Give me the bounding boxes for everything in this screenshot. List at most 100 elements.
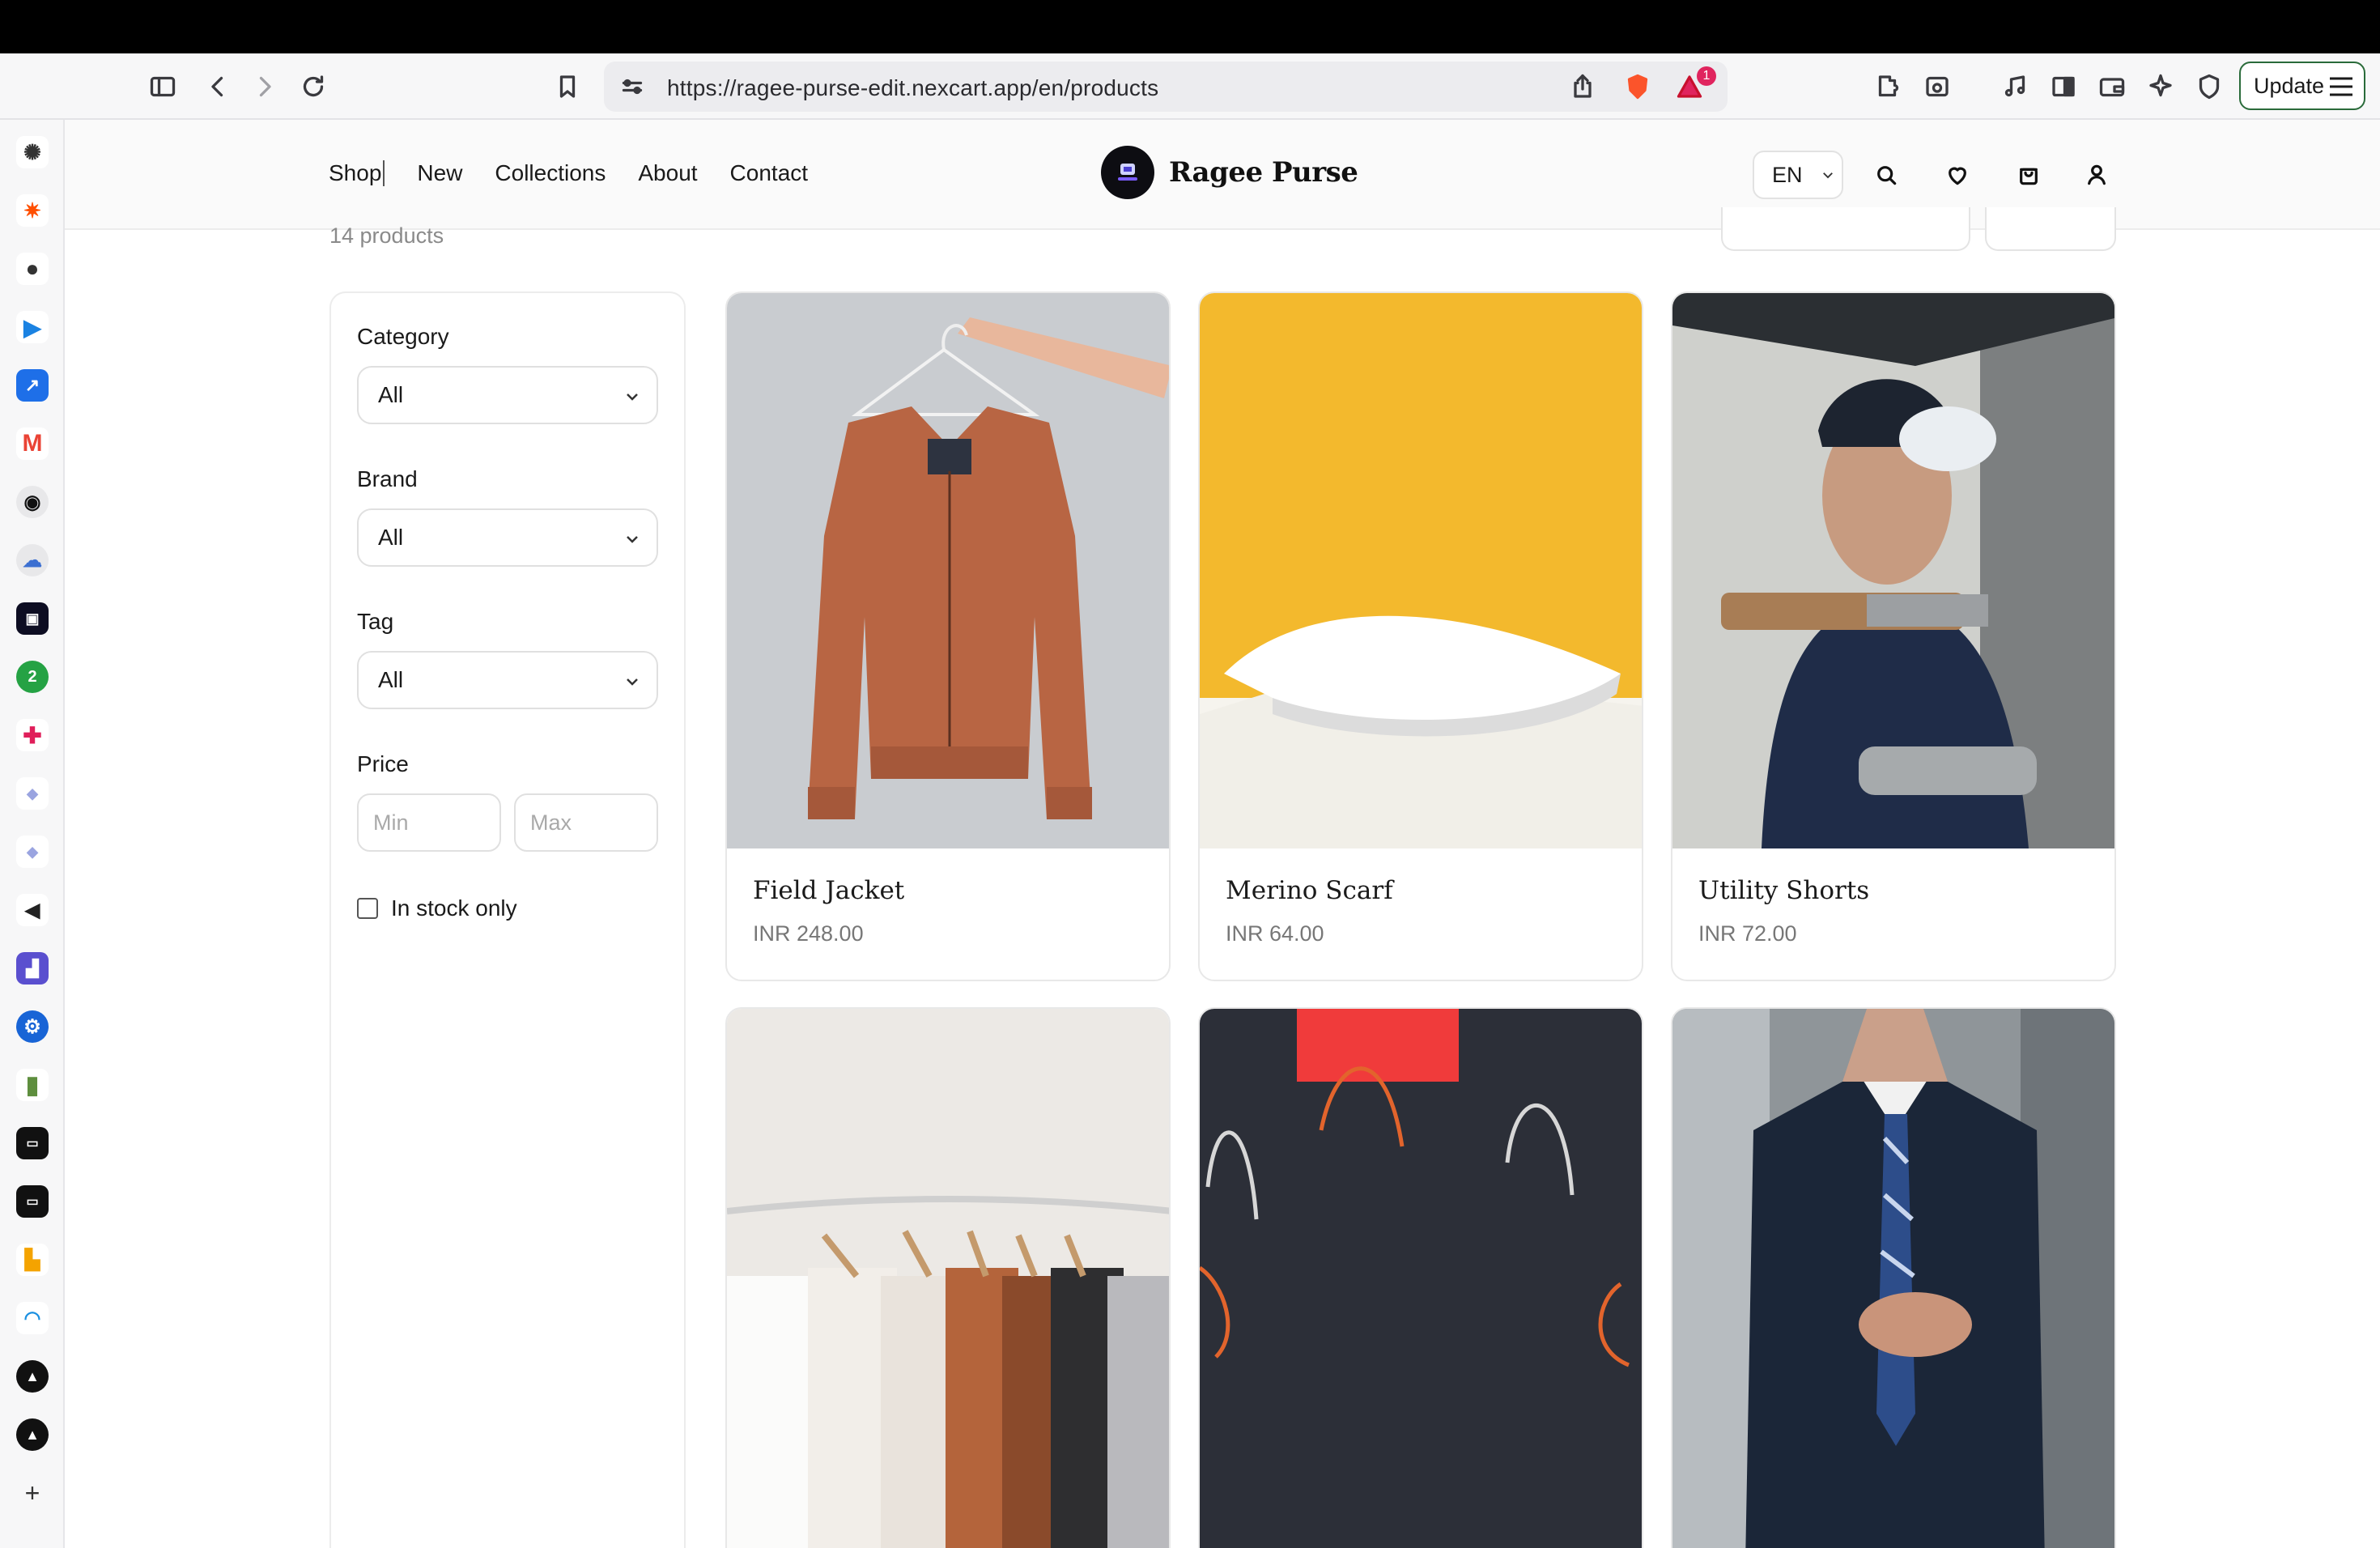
category-value: All [378,382,404,407]
gmail-icon[interactable]: M [16,427,49,460]
zapier-icon[interactable]: ✷ [16,194,49,227]
category-select[interactable]: All [357,366,658,424]
vpn-icon[interactable] [2189,66,2229,107]
vercel-icon[interactable]: ▲ [16,1360,49,1393]
price-max-input[interactable]: Max [514,793,658,852]
filters-panel: Category All Brand All Tag All Price Min… [329,291,686,1548]
wishlist-heart-icon[interactable] [1940,157,1975,193]
product-name[interactable]: Field Jacket [753,876,904,905]
shopify-icon[interactable]: ▮ [16,1069,49,1101]
product-name[interactable]: Merino Scarf [1226,876,1393,905]
chart-app-icon[interactable]: ▟ [16,952,49,985]
view-toggle[interactable] [1985,207,2116,251]
account-user-icon[interactable] [2079,157,2114,193]
whatsapp-icon[interactable]: 2 [16,661,49,693]
product-image[interactable] [727,1009,1169,1548]
category-label: Category [357,324,449,349]
brand-select[interactable]: All [357,508,658,567]
tag-value: All [378,667,404,692]
product-image[interactable] [1672,1009,2114,1548]
price-min-input[interactable]: Min [357,793,501,852]
tasks-icon[interactable]: ↗ [16,369,49,402]
product-price: INR 248.00 [753,921,864,946]
address-bar[interactable]: https://ragee-purse-edit.nexcart.app/en/… [604,62,1728,112]
github-icon[interactable]: ◉ [16,486,49,518]
product-card[interactable]: Utility Shorts INR 72.00 [1671,291,2116,981]
nav-shop[interactable]: Shop [329,160,385,186]
reader-icon[interactable] [1917,66,1957,107]
gem-icon-2[interactable]: ◆ [16,836,49,868]
tag-label: Tag [357,609,394,634]
in-stock-filter[interactable]: In stock only [357,895,517,921]
slack-icon[interactable]: ✚ [16,719,49,751]
product-card[interactable] [725,1007,1171,1548]
back-icon[interactable] [198,66,238,107]
language-select[interactable]: EN [1753,151,1843,199]
terminal-icon-2[interactable]: ▭ [16,1185,49,1218]
product-price: INR 72.00 [1698,921,1797,946]
rewards-badge: 1 [1697,66,1716,86]
nav-collections[interactable]: Collections [495,160,606,186]
price-label: Price [357,751,409,776]
product-image[interactable] [1200,293,1642,848]
whatsapp-badge: 2 [28,667,37,686]
reload-icon[interactable] [293,66,334,107]
nav-about[interactable]: About [638,160,697,186]
menu-icon [2330,77,2352,96]
bookmark-icon[interactable] [547,66,588,107]
apple-icon[interactable]: ● [16,253,49,285]
product-card[interactable] [1671,1007,2116,1548]
forward-icon[interactable] [244,66,285,107]
brand-name: Ragee Purse [1169,156,1358,189]
brand-label: Brand [357,466,418,491]
settings-app-icon[interactable]: ⚙ [16,1010,49,1043]
analytics-icon[interactable]: ▙ [16,1244,49,1276]
nav-new[interactable]: New [417,160,462,186]
brave-shields-icon[interactable] [1617,66,1658,107]
terminal-icon[interactable]: ▭ [16,1127,49,1159]
update-button[interactable]: Update [2239,62,2365,110]
cloud-icon[interactable]: ☁ [16,544,49,576]
browser-toolbar: https://ragee-purse-edit.nexcart.app/en/… [0,53,2380,120]
sendgrid-icon[interactable]: ▶ [16,311,49,343]
share-icon[interactable] [1562,66,1603,107]
in-stock-checkbox[interactable] [357,898,378,919]
sidebar-panel-icon[interactable] [2043,66,2084,107]
tag-select[interactable]: All [357,651,658,709]
media-icon[interactable] [1995,66,2035,107]
brand-logo [1101,146,1154,199]
product-card[interactable] [1198,1007,1643,1548]
nexcart-icon[interactable]: ▣ [16,602,49,635]
speaker-icon[interactable]: ◀ [16,894,49,926]
arc-icon[interactable]: ◠ [16,1302,49,1334]
product-count: 14 products [329,223,444,248]
product-image[interactable] [1672,293,2114,848]
sort-select[interactable] [1721,207,1970,251]
search-icon[interactable] [1868,157,1904,193]
gem-icon[interactable]: ◆ [16,777,49,810]
nav-contact[interactable]: Contact [730,160,809,186]
brand-value: All [378,525,404,550]
site-settings-icon[interactable] [612,66,652,107]
product-image[interactable] [1200,1009,1642,1548]
product-image[interactable] [727,293,1169,848]
sidebar-toggle-icon[interactable] [142,66,183,107]
leo-ai-icon[interactable] [2140,66,2181,107]
openai-icon[interactable]: ✺ [16,136,49,168]
product-card[interactable]: Field Jacket INR 248.00 [725,291,1171,981]
main-nav: Shop New Collections About Contact [329,160,808,186]
product-price: INR 64.00 [1226,921,1324,946]
vercel-icon-2[interactable]: ▲ [16,1418,49,1451]
add-icon[interactable]: + [16,1477,49,1509]
extensions-icon[interactable] [1868,66,1909,107]
cart-bag-icon[interactable] [2011,157,2046,193]
url-text[interactable]: https://ragee-purse-edit.nexcart.app/en/… [667,75,1158,101]
brand-home-link[interactable]: Ragee Purse [1101,146,1358,199]
chevron-down-icon [1822,172,1833,179]
product-name[interactable]: Utility Shorts [1698,876,1869,905]
chevron-down-icon [627,393,638,401]
wallet-icon[interactable] [2092,66,2132,107]
in-stock-label: In stock only [391,895,517,921]
product-card[interactable]: Merino Scarf INR 64.00 [1198,291,1643,981]
chevron-down-icon [627,536,638,543]
